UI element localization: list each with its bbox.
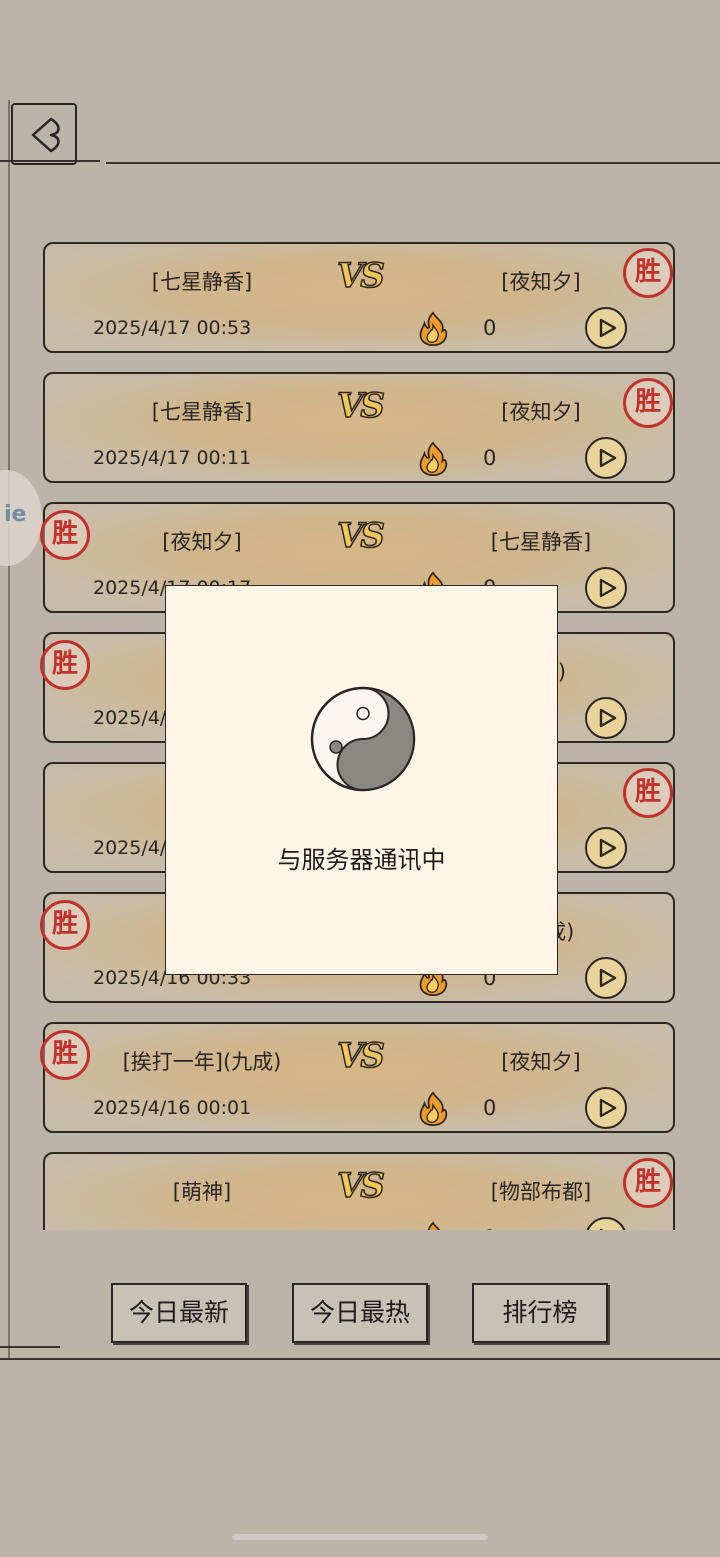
play-icon bbox=[599, 968, 617, 988]
right-player-name: [夜知夕] bbox=[501, 1050, 581, 1074]
loading-message: 与服务器通讯中 bbox=[277, 846, 446, 874]
play-icon bbox=[599, 448, 617, 468]
left-player-name: [萌神] bbox=[172, 1180, 232, 1204]
win-stamp: 胜 bbox=[40, 1030, 90, 1080]
back-button[interactable] bbox=[11, 103, 77, 165]
side-tab-label: ie bbox=[4, 502, 27, 527]
match-date: 2025/4/17 00:11 bbox=[93, 447, 252, 469]
heat-count: 0 bbox=[483, 446, 497, 470]
replay-button[interactable] bbox=[585, 827, 627, 869]
replay-button[interactable] bbox=[585, 957, 627, 999]
heat-count: 0 bbox=[483, 316, 497, 340]
back-arrow-icon bbox=[31, 117, 60, 153]
replay-button[interactable] bbox=[585, 567, 627, 609]
tab-ranking[interactable]: 排行榜 bbox=[472, 1283, 608, 1343]
match-card[interactable]: [七星静香] VS [夜知夕] 2025/4/17 00:11 0 胜 bbox=[43, 372, 675, 483]
vs-label: VS bbox=[336, 1035, 385, 1077]
right-player-name: [夜知夕] bbox=[501, 400, 581, 424]
match-date: 2025/4/17 00:53 bbox=[93, 317, 252, 339]
right-player-name: [七星静香] bbox=[490, 530, 592, 554]
vs-label: VS bbox=[336, 1165, 385, 1207]
loading-dialog: 与服务器通讯中 bbox=[165, 585, 558, 975]
left-player-name: [夜知夕] bbox=[162, 530, 242, 554]
yin-yang-icon bbox=[310, 686, 416, 792]
match-card[interactable]: [挨打一年](九成) VS [夜知夕] 2025/4/16 00:01 0 胜 bbox=[40, 1022, 675, 1133]
replay-button[interactable] bbox=[585, 1087, 627, 1129]
match-card[interactable]: [七星静香] VS [夜知夕] 2025/4/17 00:53 0 胜 bbox=[43, 242, 675, 353]
win-stamp: 胜 bbox=[40, 900, 90, 950]
fire-icon bbox=[419, 1091, 448, 1127]
replay-button[interactable] bbox=[585, 437, 627, 479]
win-stamp: 胜 bbox=[623, 1158, 673, 1208]
left-player-name: [挨打一年](九成) bbox=[122, 1050, 282, 1074]
home-indicator[interactable] bbox=[232, 1534, 488, 1540]
left-player-name: [七星静香] bbox=[151, 270, 253, 294]
match-card[interactable]: [萌神] VS [物部布都] 2025/4/16 00:13 0 胜 bbox=[43, 1152, 675, 1230]
replay-button[interactable] bbox=[585, 307, 627, 349]
play-icon bbox=[599, 578, 617, 598]
vs-label: VS bbox=[336, 385, 385, 427]
replay-button[interactable] bbox=[585, 1217, 627, 1230]
right-player-name: [夜知夕] bbox=[501, 270, 581, 294]
match-date: 2025/4/16 00:13 bbox=[93, 1227, 251, 1230]
header-divider-right bbox=[106, 162, 720, 164]
win-stamp: 胜 bbox=[623, 768, 673, 818]
tab-today-hot[interactable]: 今日最热 bbox=[292, 1283, 428, 1343]
vs-label: VS bbox=[336, 255, 385, 297]
win-stamp: 胜 bbox=[40, 510, 90, 560]
fire-icon bbox=[419, 311, 448, 347]
fire-icon bbox=[427, 1221, 441, 1230]
play-icon bbox=[599, 1228, 604, 1230]
match-date: 2025/4/16 00:01 bbox=[93, 1097, 252, 1119]
win-stamp: 胜 bbox=[40, 640, 90, 690]
right-player-name: [物部布都] bbox=[490, 1180, 592, 1204]
heat-count: 0 bbox=[483, 1096, 497, 1120]
tab-today-latest[interactable]: 今日最新 bbox=[111, 1283, 247, 1343]
win-stamp: 胜 bbox=[623, 378, 673, 428]
left-player-name: [七星静香] bbox=[151, 400, 253, 424]
play-icon bbox=[599, 838, 617, 858]
play-icon bbox=[599, 708, 617, 728]
play-icon bbox=[599, 1098, 617, 1118]
play-icon bbox=[599, 318, 617, 338]
bottom-divider-left bbox=[0, 1346, 60, 1348]
replay-button[interactable] bbox=[585, 697, 627, 739]
heat-count: 0 bbox=[483, 1226, 496, 1230]
vs-label: VS bbox=[336, 515, 385, 557]
bottom-divider bbox=[0, 1358, 720, 1360]
fire-icon bbox=[419, 441, 448, 477]
win-stamp: 胜 bbox=[623, 248, 673, 298]
